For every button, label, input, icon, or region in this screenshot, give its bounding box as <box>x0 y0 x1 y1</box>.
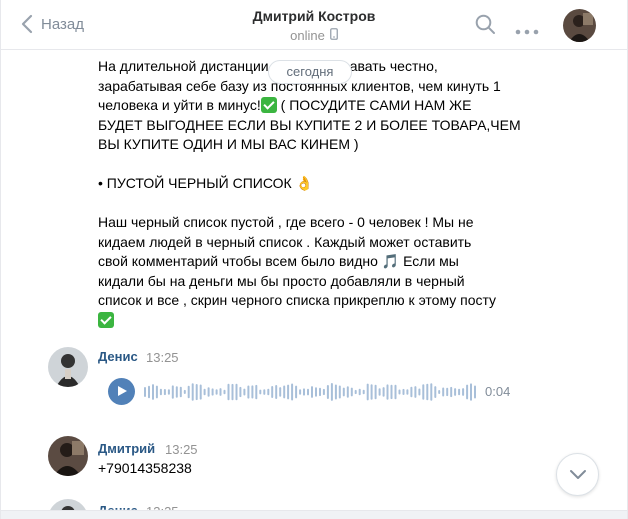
status-text: online <box>290 28 325 43</box>
chat-header: Назад Дмитрий Костров online <box>1 0 627 50</box>
mobile-icon <box>329 28 338 43</box>
audio-duration: 0:04 <box>485 384 511 399</box>
avatar[interactable] <box>48 347 88 387</box>
peer-avatar[interactable] <box>563 9 596 42</box>
message-author[interactable]: Денис <box>98 349 138 364</box>
play-button[interactable] <box>108 378 135 405</box>
message-time: 13:25 <box>146 350 179 365</box>
audio-waveform[interactable] <box>144 378 478 406</box>
audio-message: 0:04 <box>108 378 528 406</box>
message-author[interactable]: Дмитрий <box>98 441 155 456</box>
composer-edge <box>1 510 627 519</box>
message-text[interactable]: +79014358238 <box>98 460 192 476</box>
message-text: На длительной дистанции проще продавать … <box>98 57 528 330</box>
date-divider: сегодня <box>268 60 352 84</box>
scroll-down-button[interactable] <box>556 453 599 496</box>
chat-window: Назад Дмитрий Костров online На длительн… <box>0 0 628 519</box>
check-emoji-icon <box>98 311 114 328</box>
avatar[interactable] <box>48 436 88 476</box>
more-icon[interactable] <box>515 22 539 40</box>
search-icon[interactable] <box>475 14 496 40</box>
check-emoji-icon <box>260 97 277 113</box>
message-time: 13:25 <box>165 442 198 457</box>
